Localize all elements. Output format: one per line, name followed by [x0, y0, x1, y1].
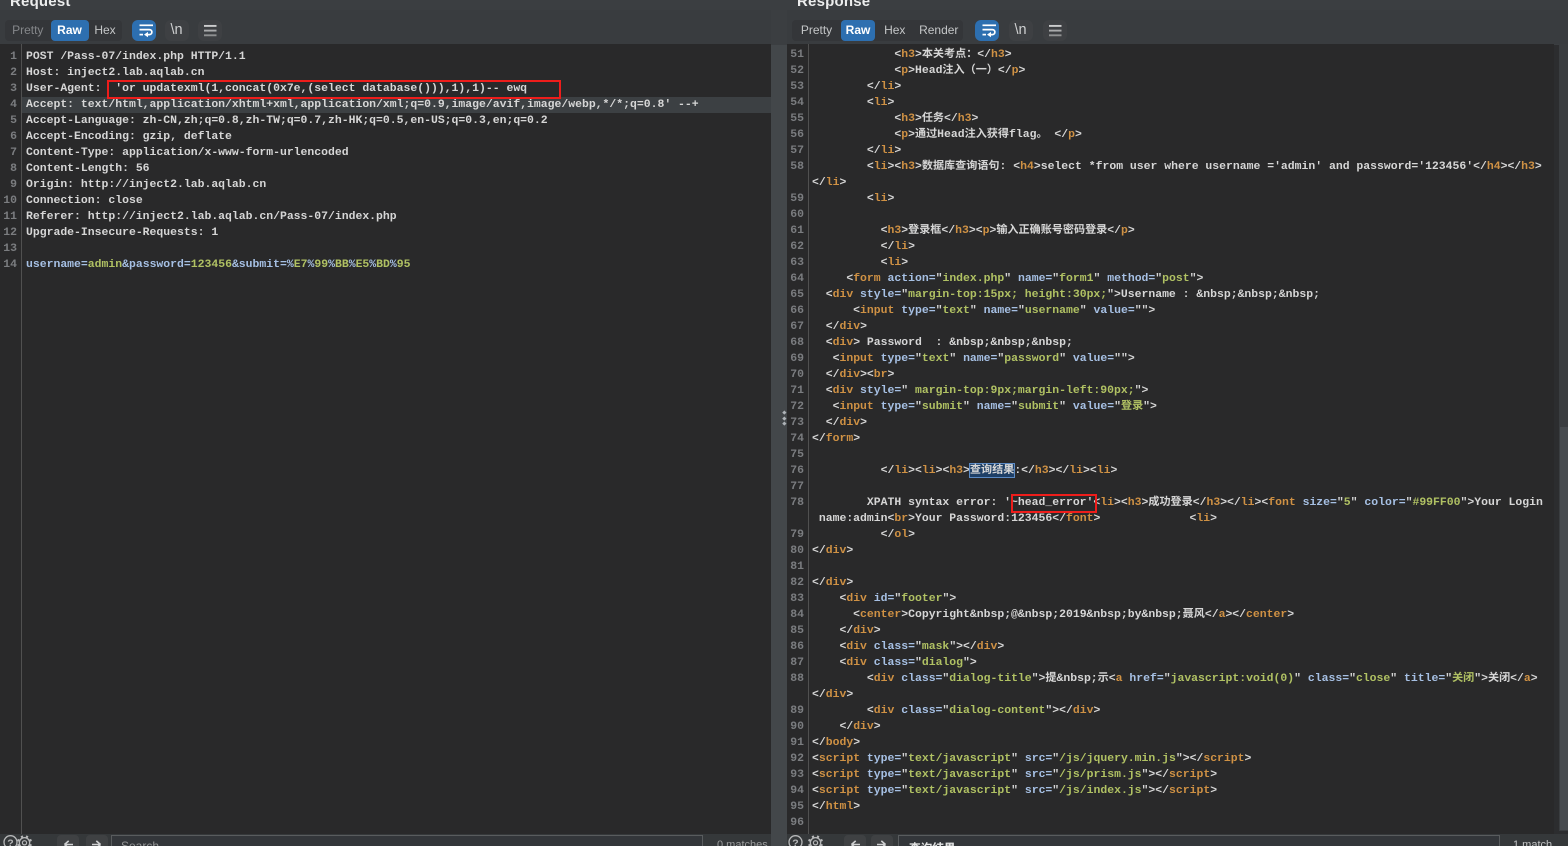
svg-text:?: ?	[7, 837, 13, 846]
svg-text:?: ?	[792, 837, 798, 846]
